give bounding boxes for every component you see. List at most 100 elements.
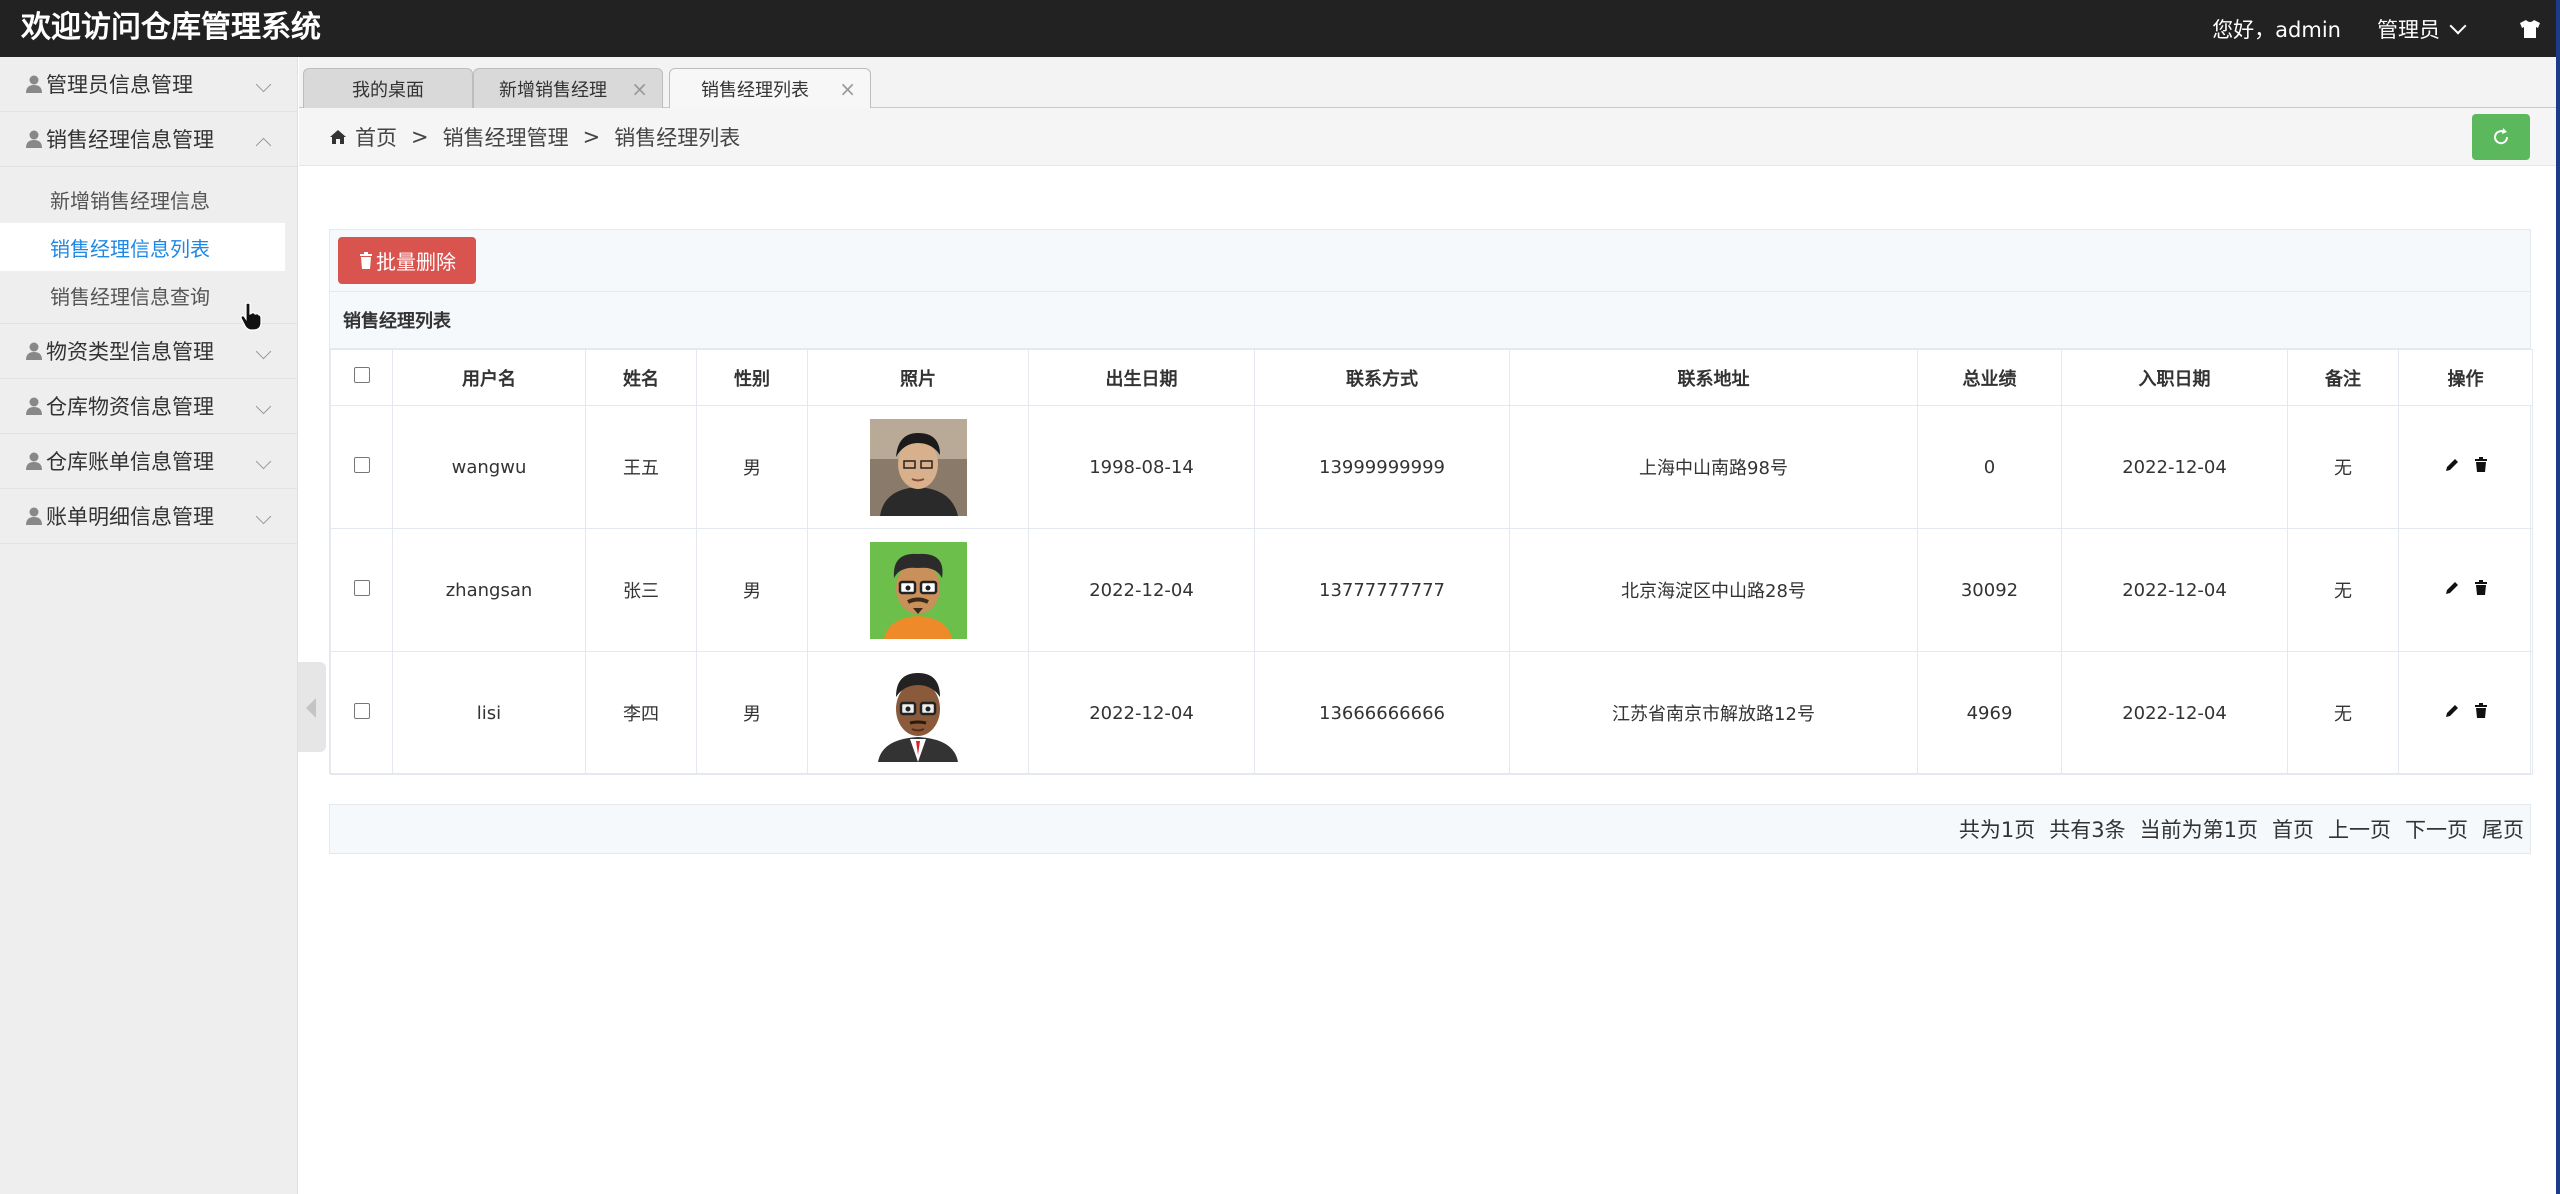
sidebar-item-material-type[interactable]: 物资类型信息管理 [0, 324, 297, 379]
cell-gender: 男 [696, 405, 808, 529]
sidebar-collapse-handle[interactable] [298, 662, 326, 752]
cell-hire-date: 2022-12-04 [2061, 651, 2288, 775]
user-icon [26, 75, 42, 93]
cell-name: 张三 [585, 528, 697, 652]
table-toolbar: 批量删除 [330, 230, 2530, 292]
chevron-down-icon [255, 398, 272, 415]
home-icon [330, 129, 346, 144]
header-right: 您好，admin 管理员 [2212, 0, 2560, 57]
select-all-cell [330, 349, 393, 406]
select-all-checkbox[interactable] [353, 367, 370, 383]
app-title: 欢迎访问仓库管理系统 [21, 10, 321, 45]
cell-remark: 无 [2287, 651, 2399, 775]
tab-label: 销售经理列表 [701, 80, 809, 101]
sidebar-subitem-list[interactable]: 销售经理信息列表 [0, 223, 285, 271]
pagination: 共为1页 共有3条 当前为第1页 首页 上一页 下一页 尾页 [329, 804, 2531, 854]
sidebar-item-warehouse-bill[interactable]: 仓库账单信息管理 [0, 434, 297, 489]
cell-address: 上海中山南路98号 [1509, 405, 1918, 529]
right-edge-accent [2556, 0, 2560, 1194]
user-icon [26, 397, 42, 415]
cell-username: zhangsan [392, 528, 586, 652]
user-menu[interactable]: 管理员 [2377, 14, 2467, 44]
batch-delete-button[interactable]: 批量删除 [338, 237, 476, 284]
column-header: 性别 [696, 349, 808, 406]
column-header: 出生日期 [1028, 349, 1255, 406]
cell-phone: 13777777777 [1254, 528, 1510, 652]
edit-icon[interactable] [2444, 580, 2460, 596]
pager-last-link[interactable]: 尾页 [2482, 814, 2524, 844]
cell-actions [2398, 651, 2533, 775]
column-header: 姓名 [585, 349, 697, 406]
user-icon [26, 452, 42, 470]
sidebar-item-label: 仓库物资信息管理 [46, 395, 214, 419]
tab-add-sales-manager[interactable]: 新增销售经理 × [473, 68, 663, 108]
table-row: lisi 李四 男 2022-12-04 13666666666 江苏省南京市解… [330, 651, 2533, 775]
breadcrumb: 首页 > 销售经理管理 > 销售经理列表 [299, 108, 2556, 166]
edit-icon[interactable] [2444, 703, 2460, 719]
cell-actions [2398, 405, 2533, 529]
hand-cursor-icon [240, 302, 262, 331]
pager-prev-link[interactable]: 上一页 [2328, 814, 2391, 844]
column-header: 联系地址 [1509, 349, 1918, 406]
column-header: 照片 [807, 349, 1029, 406]
user-icon [26, 507, 42, 525]
sidebar-subitem-add[interactable]: 新增销售经理信息 [0, 175, 285, 223]
cell-photo [807, 405, 1029, 529]
row-checkbox[interactable] [353, 579, 370, 596]
delete-icon[interactable] [2474, 579, 2488, 596]
pager-next-link[interactable]: 下一页 [2405, 814, 2468, 844]
theme-shirt-icon[interactable] [2500, 19, 2560, 39]
tab-bar: 我的桌面 新增销售经理 × 销售经理列表 × [299, 57, 2556, 109]
user-menu-label: 管理员 [2377, 17, 2440, 42]
sidebar-item-label: 销售经理信息管理 [46, 128, 214, 152]
sidebar-item-sales-manager[interactable]: 销售经理信息管理 [0, 112, 297, 167]
sidebar-item-bill-detail[interactable]: 账单明细信息管理 [0, 489, 297, 544]
column-header: 总业绩 [1917, 349, 2062, 406]
user-icon [26, 130, 42, 148]
cell-gender: 男 [696, 528, 808, 652]
cell-hire-date: 2022-12-04 [2061, 405, 2288, 529]
cell-address: 北京海淀区中山路28号 [1509, 528, 1918, 652]
cell-photo [807, 528, 1029, 652]
pager-current-page: 当前为第1页 [2139, 818, 2258, 842]
close-icon[interactable]: × [631, 77, 648, 101]
edit-icon[interactable] [2444, 457, 2460, 473]
list-panel: 批量删除 销售经理列表 用户名 姓名 性别 照片 出生日期 联系方式 联系地址 … [329, 229, 2533, 775]
column-header: 联系方式 [1254, 349, 1510, 406]
top-header: 欢迎访问仓库管理系统 您好，admin 管理员 [0, 0, 2560, 57]
refresh-button[interactable] [2472, 114, 2530, 160]
cell-phone: 13666666666 [1254, 651, 1510, 775]
sidebar-item-warehouse-material[interactable]: 仓库物资信息管理 [0, 379, 297, 434]
cell-birth-date: 2022-12-04 [1028, 528, 1255, 652]
delete-icon[interactable] [2474, 456, 2488, 473]
chevron-down-icon [255, 508, 272, 525]
cell-name: 王五 [585, 405, 697, 529]
column-header: 入职日期 [2061, 349, 2288, 406]
chevron-down-icon [255, 343, 272, 360]
table-row: wangwu 王五 男 1998-08-14 13999999999 上海中山南… [330, 405, 2533, 529]
breadcrumb-home[interactable]: 首页 [355, 122, 397, 152]
row-checkbox[interactable] [353, 456, 370, 473]
row-select-cell [330, 651, 393, 775]
pager-first-link[interactable]: 首页 [2272, 814, 2314, 844]
tab-label: 我的桌面 [352, 79, 424, 101]
delete-icon[interactable] [2474, 702, 2488, 719]
column-header: 用户名 [392, 349, 586, 406]
tab-label: 新增销售经理 [499, 79, 607, 101]
cartoon-glasses-avatar [869, 541, 967, 639]
batch-delete-label: 批量删除 [376, 250, 456, 274]
young-man-photo [869, 418, 967, 516]
breadcrumb-separator: > [411, 124, 429, 149]
close-icon[interactable]: × [839, 77, 856, 101]
row-select-cell [330, 405, 393, 529]
tab-sales-manager-list[interactable]: 销售经理列表 × [669, 68, 871, 109]
user-icon [26, 342, 42, 360]
breadcrumb-level1[interactable]: 销售经理管理 [443, 122, 569, 152]
table-caption: 销售经理列表 [330, 292, 2530, 349]
row-checkbox[interactable] [353, 702, 370, 719]
sidebar: 管理员信息管理 销售经理信息管理 新增销售经理信息 销售经理信息列表 销售经理信… [0, 57, 298, 1194]
chevron-down-icon [2449, 17, 2467, 34]
cell-username: wangwu [392, 405, 586, 529]
tab-desktop[interactable]: 我的桌面 [303, 68, 473, 108]
sidebar-item-admin[interactable]: 管理员信息管理 [0, 57, 297, 112]
